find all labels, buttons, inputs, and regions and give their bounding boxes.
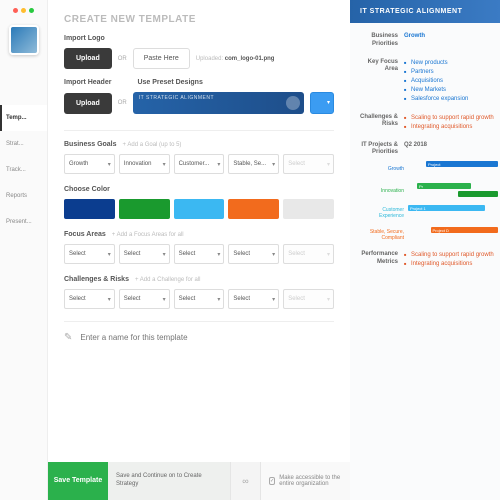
list-item: Integrating acquisitions — [404, 260, 494, 269]
nav-strategy[interactable]: Strat... — [0, 131, 47, 157]
or-text: OR — [118, 56, 127, 62]
focus-select-4[interactable]: Select — [228, 244, 279, 264]
goal-select-4[interactable]: Stable, Se... — [228, 154, 279, 174]
nav-presentation[interactable]: Present... — [0, 209, 47, 235]
share-icon[interactable]: ∞ — [230, 462, 260, 500]
close-dot[interactable] — [13, 8, 18, 13]
footer-bar: Save Template Save and Continue on to Cr… — [48, 462, 350, 500]
avatar[interactable] — [9, 25, 39, 55]
goal-select-5[interactable]: Select — [283, 154, 334, 174]
focus-areas-hint: + Add a Focus Areas for all — [112, 232, 184, 238]
page-title: CREATE NEW TEMPLATE — [64, 14, 334, 25]
access-label: Make accessible to the entire organizati… — [279, 475, 342, 487]
pv-proj-period: Q2 2018 — [404, 142, 498, 158]
goal-select-1[interactable]: Growth — [64, 154, 115, 174]
challenge-select-2[interactable]: Select — [119, 289, 170, 309]
gantt-lane-innovation: Innovation — [358, 188, 408, 194]
uploaded-status: Uploaded: com_logo-01.png — [196, 56, 275, 62]
challenge-select-4[interactable]: Select — [228, 289, 279, 309]
challenges-label: Challenges & Risks — [64, 276, 129, 283]
business-goals-label: Business Goals — [64, 141, 117, 148]
goal-select-2[interactable]: Innovation — [119, 154, 170, 174]
focus-select-3[interactable]: Select — [174, 244, 225, 264]
minimize-dot[interactable] — [21, 8, 26, 13]
gantt-chart: Growth Project Innovation Pr Customer Ex… — [358, 161, 498, 243]
save-template-button[interactable]: Save Template — [48, 462, 108, 500]
pv-biz-label: Business Priorities — [358, 33, 404, 49]
pv-focus-list: New products Partners Acquisitions New M… — [404, 59, 468, 104]
or-text-2: OR — [118, 100, 127, 106]
save-continue-button[interactable]: Save and Continue on to Create Strategy — [108, 462, 230, 500]
choose-color-label: Choose Color — [64, 186, 334, 193]
nav-tracking[interactable]: Track... — [0, 157, 47, 183]
focus-select-5[interactable]: Select — [283, 244, 334, 264]
window-controls — [13, 8, 34, 13]
list-item: Acquisitions — [404, 77, 468, 86]
sidebar: Temp... Strat... Track... Reports Presen… — [0, 0, 48, 500]
business-goals-hint: + Add a Goal (up to 5) — [123, 142, 182, 148]
access-toggle[interactable]: ✓ Make accessible to the entire organiza… — [260, 462, 350, 500]
swatch-row — [64, 199, 334, 219]
list-item: Scaling to support rapid growth — [404, 251, 494, 260]
challenges-hint: + Add a Challenge for all — [135, 277, 201, 283]
preset-color-select[interactable] — [310, 92, 334, 114]
pv-perf-label: Performance Metrics — [358, 251, 404, 269]
swatch-sky[interactable] — [174, 199, 225, 219]
pv-chal-list: Scaling to support rapid growth Integrat… — [404, 114, 494, 132]
import-header-label: Import Header — [64, 79, 111, 86]
challenge-select-3[interactable]: Select — [174, 289, 225, 309]
pencil-icon: ✎ — [64, 332, 72, 343]
challenge-select-1[interactable]: Select — [64, 289, 115, 309]
goal-select-3[interactable]: Customer... — [174, 154, 225, 174]
main-panel: CREATE NEW TEMPLATE Import Logo Upload O… — [48, 0, 350, 500]
pv-chal-label: Challenges & Risks — [358, 114, 404, 132]
challenges-row: Select Select Select Select Select — [64, 289, 334, 309]
goals-row: Growth Innovation Customer... Stable, Se… — [64, 154, 334, 174]
pv-focus-label: Key Focus Area — [358, 59, 404, 104]
preview-title: IT STRATEGIC ALIGNMENT — [350, 0, 500, 23]
access-checkbox[interactable]: ✓ — [269, 477, 275, 485]
import-logo-label: Import Logo — [64, 35, 334, 42]
preview-panel: IT STRATEGIC ALIGNMENT Business Prioriti… — [350, 0, 500, 500]
swatch-navy[interactable] — [64, 199, 115, 219]
nav-reports[interactable]: Reports — [0, 183, 47, 209]
gantt-lane-stable: Stable, Secure, Compliant — [358, 229, 408, 241]
swatch-green[interactable] — [119, 199, 170, 219]
pv-biz-value: Growth — [404, 33, 498, 49]
gantt-lane-growth: Growth — [358, 166, 408, 172]
list-item: Scaling to support rapid growth — [404, 114, 494, 123]
list-item: New products — [404, 59, 468, 68]
focus-select-2[interactable]: Select — [119, 244, 170, 264]
preset-design-chip[interactable]: IT STRATEGIC ALIGNMENT — [133, 92, 304, 114]
upload-header-button[interactable]: Upload — [64, 93, 112, 114]
zoom-dot[interactable] — [29, 8, 34, 13]
nav-list: Temp... Strat... Track... Reports Presen… — [0, 105, 47, 235]
focus-row: Select Select Select Select Select — [64, 244, 334, 264]
focus-select-1[interactable]: Select — [64, 244, 115, 264]
pv-proj-label: IT Projects & Priorities — [358, 142, 404, 158]
preset-designs-label: Use Preset Designs — [137, 79, 202, 86]
upload-logo-button[interactable]: Upload — [64, 48, 112, 69]
pv-perf-list: Scaling to support rapid growth Integrat… — [404, 251, 494, 269]
swatch-orange[interactable] — [228, 199, 279, 219]
focus-areas-label: Focus Areas — [64, 231, 106, 238]
challenge-select-5[interactable]: Select — [283, 289, 334, 309]
nav-templates[interactable]: Temp... — [0, 105, 47, 131]
list-item: Integrating acquisitions — [404, 123, 494, 132]
swatch-gray[interactable] — [283, 199, 334, 219]
paste-logo-button[interactable]: Paste Here — [133, 48, 190, 69]
template-name-input[interactable] — [80, 333, 334, 342]
list-item: Partners — [404, 68, 468, 77]
gantt-lane-customer: Customer Experience — [358, 207, 408, 219]
list-item: Salesforce expansion — [404, 95, 468, 104]
list-item: New Markets — [404, 86, 468, 95]
